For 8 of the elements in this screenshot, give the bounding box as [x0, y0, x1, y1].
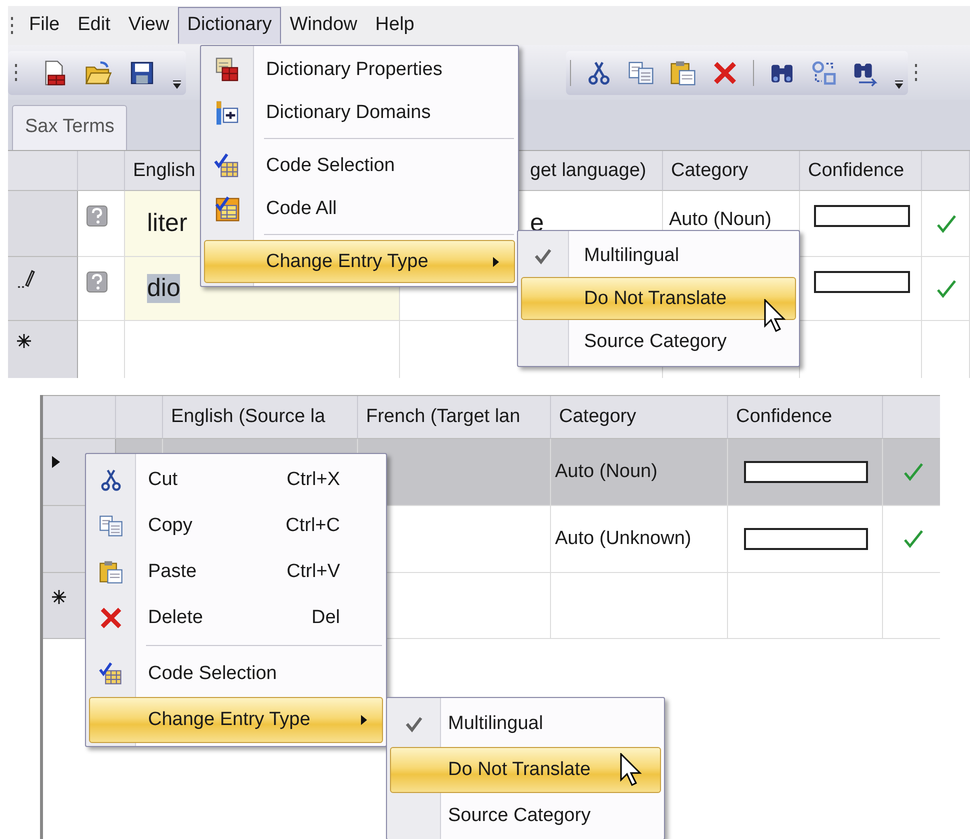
shortcut-text: Del [311, 607, 340, 629]
shortcut-text: Ctrl+X [286, 469, 340, 491]
category-text: Auto (Unknown) [555, 528, 692, 550]
source-term: liter [147, 209, 188, 238]
shortcut-text: Ctrl+C [286, 515, 340, 537]
category-text: Auto (Noun) [555, 461, 658, 483]
category-text: Auto (Noun) [669, 209, 772, 231]
source-term: dio [147, 274, 180, 303]
